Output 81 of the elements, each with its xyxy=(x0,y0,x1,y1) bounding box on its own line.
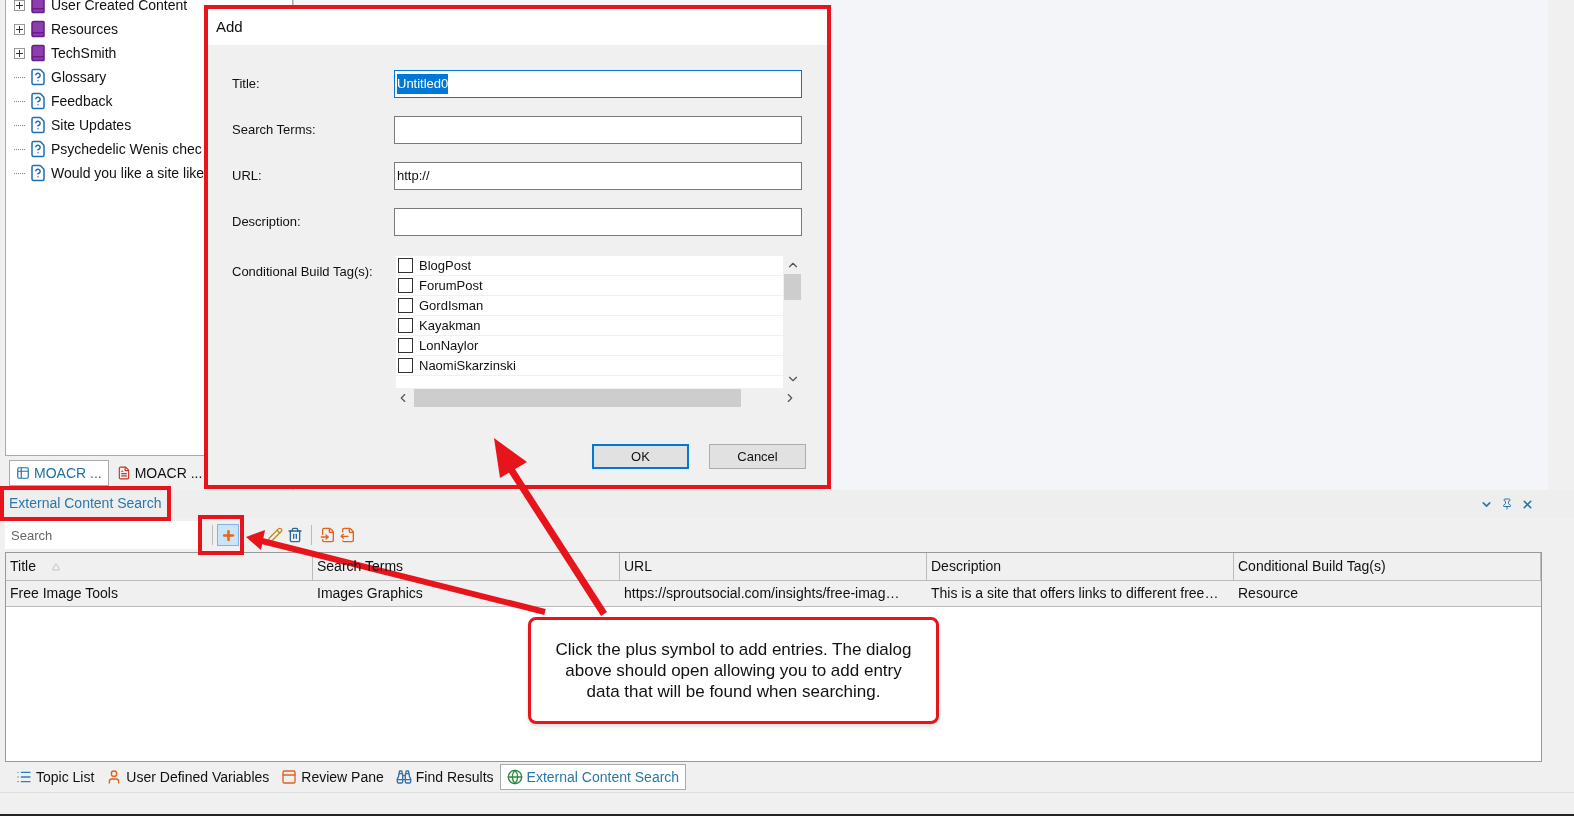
field-value: http:// xyxy=(397,167,430,186)
checkbox[interactable] xyxy=(398,298,413,313)
search-field[interactable]: Search xyxy=(5,521,200,549)
checkbox[interactable] xyxy=(398,278,413,293)
tree-item[interactable]: Site Updates xyxy=(51,114,132,136)
tree-item[interactable]: User Created Content xyxy=(51,0,188,16)
dialog-title: Add xyxy=(216,16,243,37)
tag-label: NaomiSkarzinski xyxy=(419,356,516,375)
panel-tab[interactable]: Topic List xyxy=(10,764,101,790)
tree-item[interactable]: Would you like a site like xyxy=(51,162,205,184)
tree-item[interactable]: Resources xyxy=(51,18,118,40)
book-icon xyxy=(29,0,47,14)
text-field[interactable]: Untitled0 xyxy=(394,70,802,98)
binoculars-icon xyxy=(395,769,412,785)
table-cell-text: This is a site that offers links to different free… xyxy=(930,584,1220,603)
window-icon xyxy=(281,769,298,785)
list-icon xyxy=(16,769,32,785)
pin-icon[interactable] xyxy=(1501,498,1513,510)
book-icon xyxy=(29,44,47,62)
tree-item[interactable]: Feedback xyxy=(51,90,113,112)
field-value: Untitled0 xyxy=(397,74,449,94)
panel-tab[interactable]: Find Results xyxy=(389,764,500,790)
text-field[interactable] xyxy=(394,116,802,144)
expand-toggle[interactable] xyxy=(14,47,25,59)
dialog-button[interactable]: Cancel xyxy=(709,444,806,469)
column-header[interactable]: Conditional Build Tag(s) xyxy=(1234,553,1541,580)
checkbox[interactable] xyxy=(398,338,413,353)
table-cell-text: https://sproutsocial.com/insights/free-imag… xyxy=(623,584,901,603)
field-label: Description: xyxy=(232,213,302,232)
tag-label: ForumPost xyxy=(419,276,483,295)
callout: Click the plus symbol to add entries. The dialog above should open allowing you to add entry data that will be found when searching. xyxy=(528,617,939,724)
field-label: Title: xyxy=(232,75,261,94)
document-icon xyxy=(116,466,131,480)
highlight-frame xyxy=(198,515,244,555)
table-cell-text: Images Graphics xyxy=(316,584,424,603)
dialog-button[interactable]: OK xyxy=(592,444,689,469)
book-icon xyxy=(29,20,47,38)
column-header[interactable]: Description xyxy=(927,553,1234,580)
pane-tab[interactable]: MOACR ... xyxy=(9,460,109,486)
column-header[interactable]: Title xyxy=(6,553,313,580)
checkbox[interactable] xyxy=(398,358,413,373)
plus-icon xyxy=(220,527,236,543)
help-page-icon xyxy=(29,164,47,182)
checkbox[interactable] xyxy=(398,318,413,333)
export-icon[interactable] xyxy=(340,527,356,543)
panel-tab[interactable]: User Defined Variables xyxy=(100,764,276,790)
table-icon xyxy=(16,466,30,480)
expand-toggle[interactable] xyxy=(14,0,25,11)
table-cell-text: Free Image Tools xyxy=(9,584,119,603)
help-page-icon xyxy=(29,68,47,86)
checkbox[interactable] xyxy=(398,258,413,273)
tag-label: LonNaylor xyxy=(419,336,479,355)
globe-icon xyxy=(506,769,523,785)
scroll-thumb[interactable] xyxy=(784,274,801,300)
field-label: URL: xyxy=(232,167,263,186)
close-icon[interactable] xyxy=(1521,497,1534,511)
text-field[interactable]: http:// xyxy=(394,162,802,190)
text-field[interactable] xyxy=(394,208,802,236)
expand-toggle[interactable] xyxy=(14,23,25,35)
tree-item[interactable]: Psychedelic Wenis chec xyxy=(51,138,202,160)
edit-icon[interactable] xyxy=(267,527,283,543)
scroll-thumb[interactable] xyxy=(414,389,741,407)
tag-label: BlogPost xyxy=(419,256,472,275)
help-page-icon xyxy=(29,92,47,110)
tree-item[interactable]: TechSmith xyxy=(51,42,117,64)
import-icon[interactable] xyxy=(320,527,336,543)
panel-tab[interactable]: Review Pane xyxy=(275,764,390,790)
help-page-icon xyxy=(29,116,47,134)
field-label: Search Terms: xyxy=(232,121,317,140)
field-label: Conditional Build Tag(s): xyxy=(232,263,374,281)
trash-icon[interactable] xyxy=(287,527,303,543)
tag-label: GordIsman xyxy=(419,296,484,315)
panel-title: External Content Search xyxy=(9,495,162,511)
help-page-icon xyxy=(29,140,47,158)
add-button[interactable] xyxy=(217,524,239,546)
column-header[interactable]: URL xyxy=(620,553,927,580)
tag-label: Kayakman xyxy=(419,316,481,335)
table-cell-text: Resource xyxy=(1237,584,1299,603)
pane-tab[interactable]: MOACR ... xyxy=(110,460,209,486)
panel-tab[interactable]: External Content Search xyxy=(499,764,687,790)
tree-item[interactable]: Glossary xyxy=(51,66,107,88)
